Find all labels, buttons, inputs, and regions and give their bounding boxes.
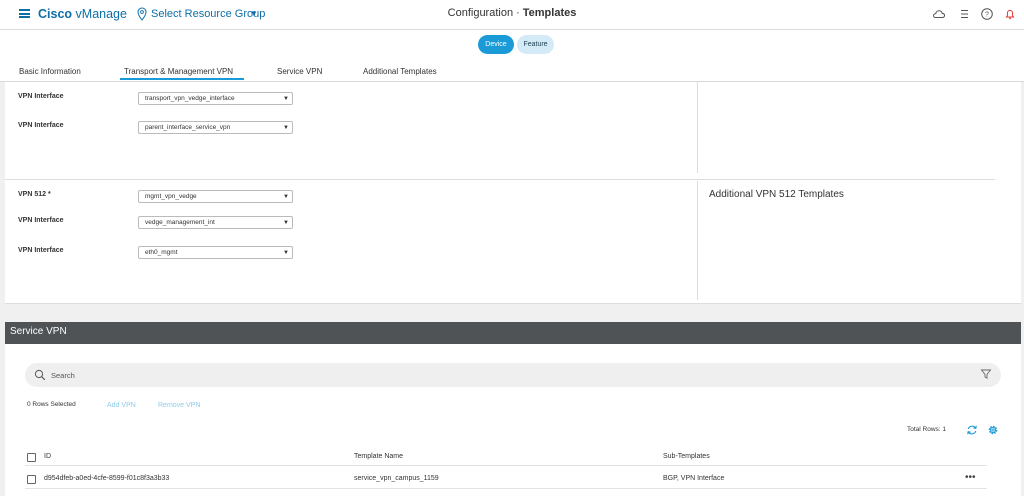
chevron-down-icon: ▼ [283,194,289,200]
field-label: VPN Interface [18,122,64,129]
chevron-down-icon: ▼ [283,96,289,102]
remove-vpn-button[interactable]: Remove VPN [158,402,200,409]
field-label: VPN Interface [18,247,64,254]
more-actions-icon[interactable]: ••• [965,472,976,483]
filter-icon[interactable] [980,368,992,380]
row-checkbox[interactable] [27,475,36,484]
svg-text:?: ? [985,12,989,19]
row-template-name: service_vpn_campus_1159 [354,475,439,482]
search-icon [34,369,46,381]
section-divider [5,179,995,180]
vpn-512-select[interactable]: mgmt_vpn_vedge ▼ [138,190,293,203]
field-label: VPN 512 * [18,191,51,198]
table-header-divider [25,465,987,466]
column-divider [697,82,698,173]
search-placeholder: Search [51,371,75,380]
column-header-template-name[interactable]: Template Name [354,453,403,460]
active-tab-indicator [120,78,244,80]
tab-basic-information[interactable]: Basic Information [19,67,81,76]
template-type-toggle: Device Feature [0,30,1024,60]
column-header-id[interactable]: ID [44,453,51,460]
rows-selected-count: 0 Rows Selected [27,401,76,408]
tab-service-vpn[interactable]: Service VPN [277,67,322,76]
feature-toggle-button[interactable]: Feature [517,35,554,54]
gear-icon[interactable] [987,424,999,436]
column-divider [697,181,698,300]
bell-icon[interactable] [1003,7,1017,21]
list-icon[interactable] [957,7,971,21]
table-row-divider [25,488,987,489]
help-icon[interactable]: ? [980,7,994,21]
service-vpn-header: Service VPN [5,322,1021,344]
tab-transport-management-vpn[interactable]: Transport & Management VPN [124,67,233,76]
additional-vpn512-heading: Additional VPN 512 Templates [709,189,844,200]
chevron-down-icon: ▼ [283,250,289,256]
search-input[interactable] [25,363,1001,387]
vpn-interface-select[interactable]: parent_interface_service_vpn ▼ [138,121,293,134]
total-rows: Total Rows: 1 [907,426,947,433]
chevron-down-icon: ▼ [283,125,289,131]
vpn-interface-select[interactable]: vedge_management_int ▼ [138,216,293,229]
cloud-icon[interactable] [932,7,946,21]
top-header: Cisco vManage Select Resource Group ▼ Co… [0,0,1024,30]
field-label: VPN Interface [18,93,64,100]
row-id: d954dfeb-a0ed-4cfe-8599-f01c8f3a3b33 [44,475,170,482]
tab-additional-templates[interactable]: Additional Templates [363,67,437,76]
vpn-interface-select[interactable]: transport_vpn_vedge_interface ▼ [138,92,293,105]
page-title: Configuration · Templates [447,7,577,19]
select-all-checkbox[interactable] [27,453,36,462]
chevron-down-icon: ▼ [283,220,289,226]
refresh-icon[interactable] [966,424,978,436]
add-vpn-button[interactable]: Add VPN [107,402,136,409]
field-label: VPN Interface [18,217,64,224]
row-sub-templates: BGP, VPN Interface [663,475,725,482]
vpn-interface-select[interactable]: eth0_mgmt ▼ [138,246,293,259]
column-header-sub-templates[interactable]: Sub-Templates [663,453,710,460]
device-toggle-button[interactable]: Device [478,35,514,54]
